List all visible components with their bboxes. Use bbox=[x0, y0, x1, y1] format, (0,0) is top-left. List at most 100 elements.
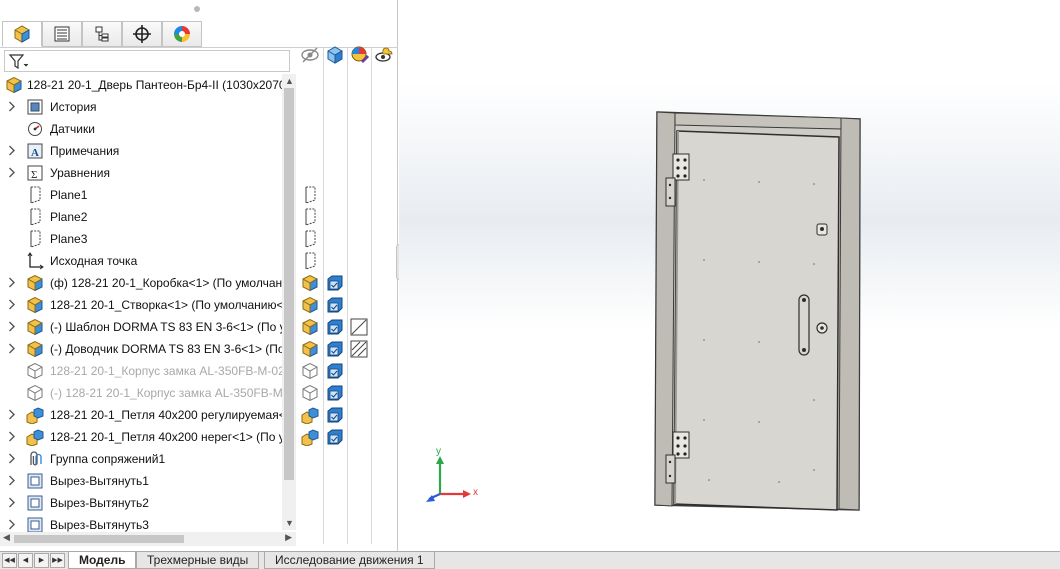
tree-item-label: (ф) 128-21 20-1_Коробка<1> (По умолчан bbox=[50, 276, 283, 290]
tree-item[interactable]: Вырез-Вытянуть3 bbox=[0, 514, 296, 534]
configuration-status-icon[interactable] bbox=[326, 428, 344, 446]
configuration-status-icon[interactable] bbox=[326, 362, 344, 380]
tree-item-label: (-) 128-21 20-1_Корпус замка AL-350FB-M- bbox=[50, 386, 287, 400]
svg-text:A: A bbox=[31, 147, 39, 159]
x-axis-label: x bbox=[473, 487, 478, 498]
tree-item[interactable]: 128-21 20-1_Створка<1> (По умолчанию< bbox=[0, 294, 296, 316]
tree-item[interactable]: История bbox=[0, 96, 296, 118]
expand-arrow-icon[interactable] bbox=[8, 167, 16, 178]
tree-item[interactable]: (-) Шаблон DORMA TS 83 EN 3-6<1> (По у bbox=[0, 316, 296, 338]
tree-item[interactable]: Σ Уравнения bbox=[0, 162, 296, 184]
tree-item[interactable]: 128-21 20-1_Корпус замка AL-350FB-M-02 bbox=[0, 360, 296, 382]
configuration-status-icon[interactable] bbox=[326, 274, 344, 292]
tree-item[interactable]: Вырез-Вытянуть2 bbox=[0, 492, 296, 514]
scene-view-icon[interactable] bbox=[374, 45, 394, 65]
hide-show-icon[interactable] bbox=[300, 45, 320, 65]
column-divider bbox=[371, 48, 372, 544]
display-style-icon[interactable] bbox=[325, 45, 345, 65]
dimxpert-tab[interactable] bbox=[122, 21, 162, 47]
tab-model[interactable]: Модель bbox=[68, 552, 137, 569]
y-axis-label: y bbox=[436, 446, 441, 457]
property-manager-tab[interactable] bbox=[42, 21, 82, 47]
scrollbar-thumb[interactable] bbox=[284, 88, 294, 480]
envelope-state-icon[interactable] bbox=[350, 340, 368, 358]
tree-item[interactable]: (-) 128-21 20-1_Корпус замка AL-350FB-M- bbox=[0, 382, 296, 404]
configuration-status-icon[interactable] bbox=[326, 406, 344, 424]
filter-icon[interactable] bbox=[8, 53, 30, 71]
tree-item[interactable]: Исходная точка bbox=[0, 250, 296, 272]
door-model: y x bbox=[426, 111, 861, 511]
plane-icon bbox=[30, 186, 41, 204]
expand-arrow-icon[interactable] bbox=[8, 321, 16, 332]
configuration-manager-tab[interactable] bbox=[82, 21, 122, 47]
expand-arrow-icon[interactable] bbox=[8, 453, 16, 464]
expand-arrow-icon[interactable] bbox=[8, 101, 16, 112]
tree-item[interactable]: Plane2 bbox=[0, 206, 296, 228]
tree-item[interactable]: Датчики bbox=[0, 118, 296, 140]
color-wheel-icon bbox=[174, 26, 190, 42]
panel-grip-handle[interactable] bbox=[194, 6, 200, 12]
envelope-state-icon[interactable] bbox=[350, 318, 368, 336]
expand-arrow-icon[interactable] bbox=[8, 277, 16, 288]
tree-item[interactable]: Вырез-Вытянуть1 bbox=[0, 470, 296, 492]
expand-arrow-icon[interactable] bbox=[8, 519, 16, 530]
expand-arrow-icon[interactable] bbox=[8, 475, 16, 486]
plane-icon bbox=[305, 208, 316, 226]
component-icon bbox=[302, 340, 318, 358]
configuration-status-icon[interactable] bbox=[326, 318, 344, 336]
tree-item[interactable]: A Примечания bbox=[0, 140, 296, 162]
tree-item[interactable]: 128-21 20-1_Петля 40x200 нерег<1> (По ум bbox=[0, 426, 296, 448]
expand-arrow-icon[interactable] bbox=[8, 431, 16, 442]
scroll-up-icon[interactable]: ▲ bbox=[285, 76, 294, 86]
tree-item-label: Датчики bbox=[50, 122, 95, 136]
last-tab-icon[interactable]: ▶▶ bbox=[50, 553, 65, 568]
component-icon bbox=[27, 274, 43, 292]
tree-item[interactable]: Plane3 bbox=[0, 228, 296, 250]
configuration-status-icon[interactable] bbox=[326, 384, 344, 402]
tree-vertical-scrollbar[interactable]: ▲ ▼ bbox=[282, 74, 296, 530]
configuration-status-icon[interactable] bbox=[326, 340, 344, 358]
expand-arrow-icon[interactable] bbox=[8, 299, 16, 310]
tree-item-label: (-) Доводчик DORMA TS 83 EN 3-6<1> (По bbox=[50, 342, 285, 356]
tree-item[interactable]: Plane1 bbox=[0, 184, 296, 206]
display-manager-tab[interactable] bbox=[162, 21, 202, 47]
scroll-down-icon[interactable]: ▼ bbox=[285, 518, 294, 528]
scrollbar-thumb[interactable] bbox=[14, 535, 184, 543]
equation-icon: Σ bbox=[27, 165, 43, 181]
right-jamb bbox=[838, 117, 861, 511]
tree-item[interactable]: 128-21 20-1_Петля 40x200 регулируемая< bbox=[0, 404, 296, 426]
view-triad[interactable]: y x bbox=[426, 446, 478, 502]
scroll-right-icon[interactable]: ▶ bbox=[285, 532, 292, 543]
scroll-left-icon[interactable]: ◀ bbox=[3, 532, 10, 543]
tree-item-label: 128-21 20-1_Корпус замка AL-350FB-M-02 bbox=[50, 364, 285, 378]
graphics-viewport[interactable]: y x bbox=[399, 0, 1060, 551]
tree-horizontal-scrollbar[interactable]: ◀ ▶ bbox=[0, 532, 296, 546]
plane-icon bbox=[305, 186, 316, 204]
plane-icon bbox=[305, 230, 316, 248]
property-list-icon bbox=[54, 26, 70, 42]
tree-root-assembly[interactable]: 128-21 20-1_Дверь Пантеон-Бр4-II (1030x2… bbox=[0, 74, 296, 96]
tree-item-label: Группа сопряжений1 bbox=[50, 452, 166, 466]
origin-icon bbox=[27, 252, 44, 270]
configuration-status-icon[interactable] bbox=[326, 296, 344, 314]
tree-item[interactable]: (ф) 128-21 20-1_Коробка<1> (По умолчан bbox=[0, 272, 296, 294]
expand-arrow-icon[interactable] bbox=[8, 409, 16, 420]
prev-tab-icon[interactable]: ◀ bbox=[18, 553, 33, 568]
door-handle bbox=[798, 294, 810, 356]
tree-filter-bar[interactable] bbox=[4, 50, 290, 72]
assembly-icon bbox=[301, 407, 319, 424]
tree-item[interactable]: (-) Доводчик DORMA TS 83 EN 3-6<1> (По bbox=[0, 338, 296, 360]
appearance-icon[interactable] bbox=[350, 45, 370, 65]
expand-arrow-icon[interactable] bbox=[8, 145, 16, 156]
tab-3d-views[interactable]: Трехмерные виды bbox=[136, 552, 260, 569]
next-tab-icon[interactable]: ▶ bbox=[34, 553, 49, 568]
assembly-icon bbox=[26, 407, 44, 424]
tab-motion-study[interactable]: Исследование движения 1 bbox=[264, 552, 435, 569]
feature-manager-tab[interactable] bbox=[2, 21, 42, 47]
tree-item-label: 128-21 20-1_Петля 40x200 нерег<1> (По ум bbox=[50, 430, 293, 444]
expand-arrow-icon[interactable] bbox=[8, 343, 16, 354]
expand-arrow-icon[interactable] bbox=[8, 497, 16, 508]
first-tab-icon[interactable]: ◀◀ bbox=[2, 553, 17, 568]
tree-item[interactable]: Группа сопряжений1 bbox=[0, 448, 296, 470]
tree-item-label: История bbox=[50, 100, 97, 114]
